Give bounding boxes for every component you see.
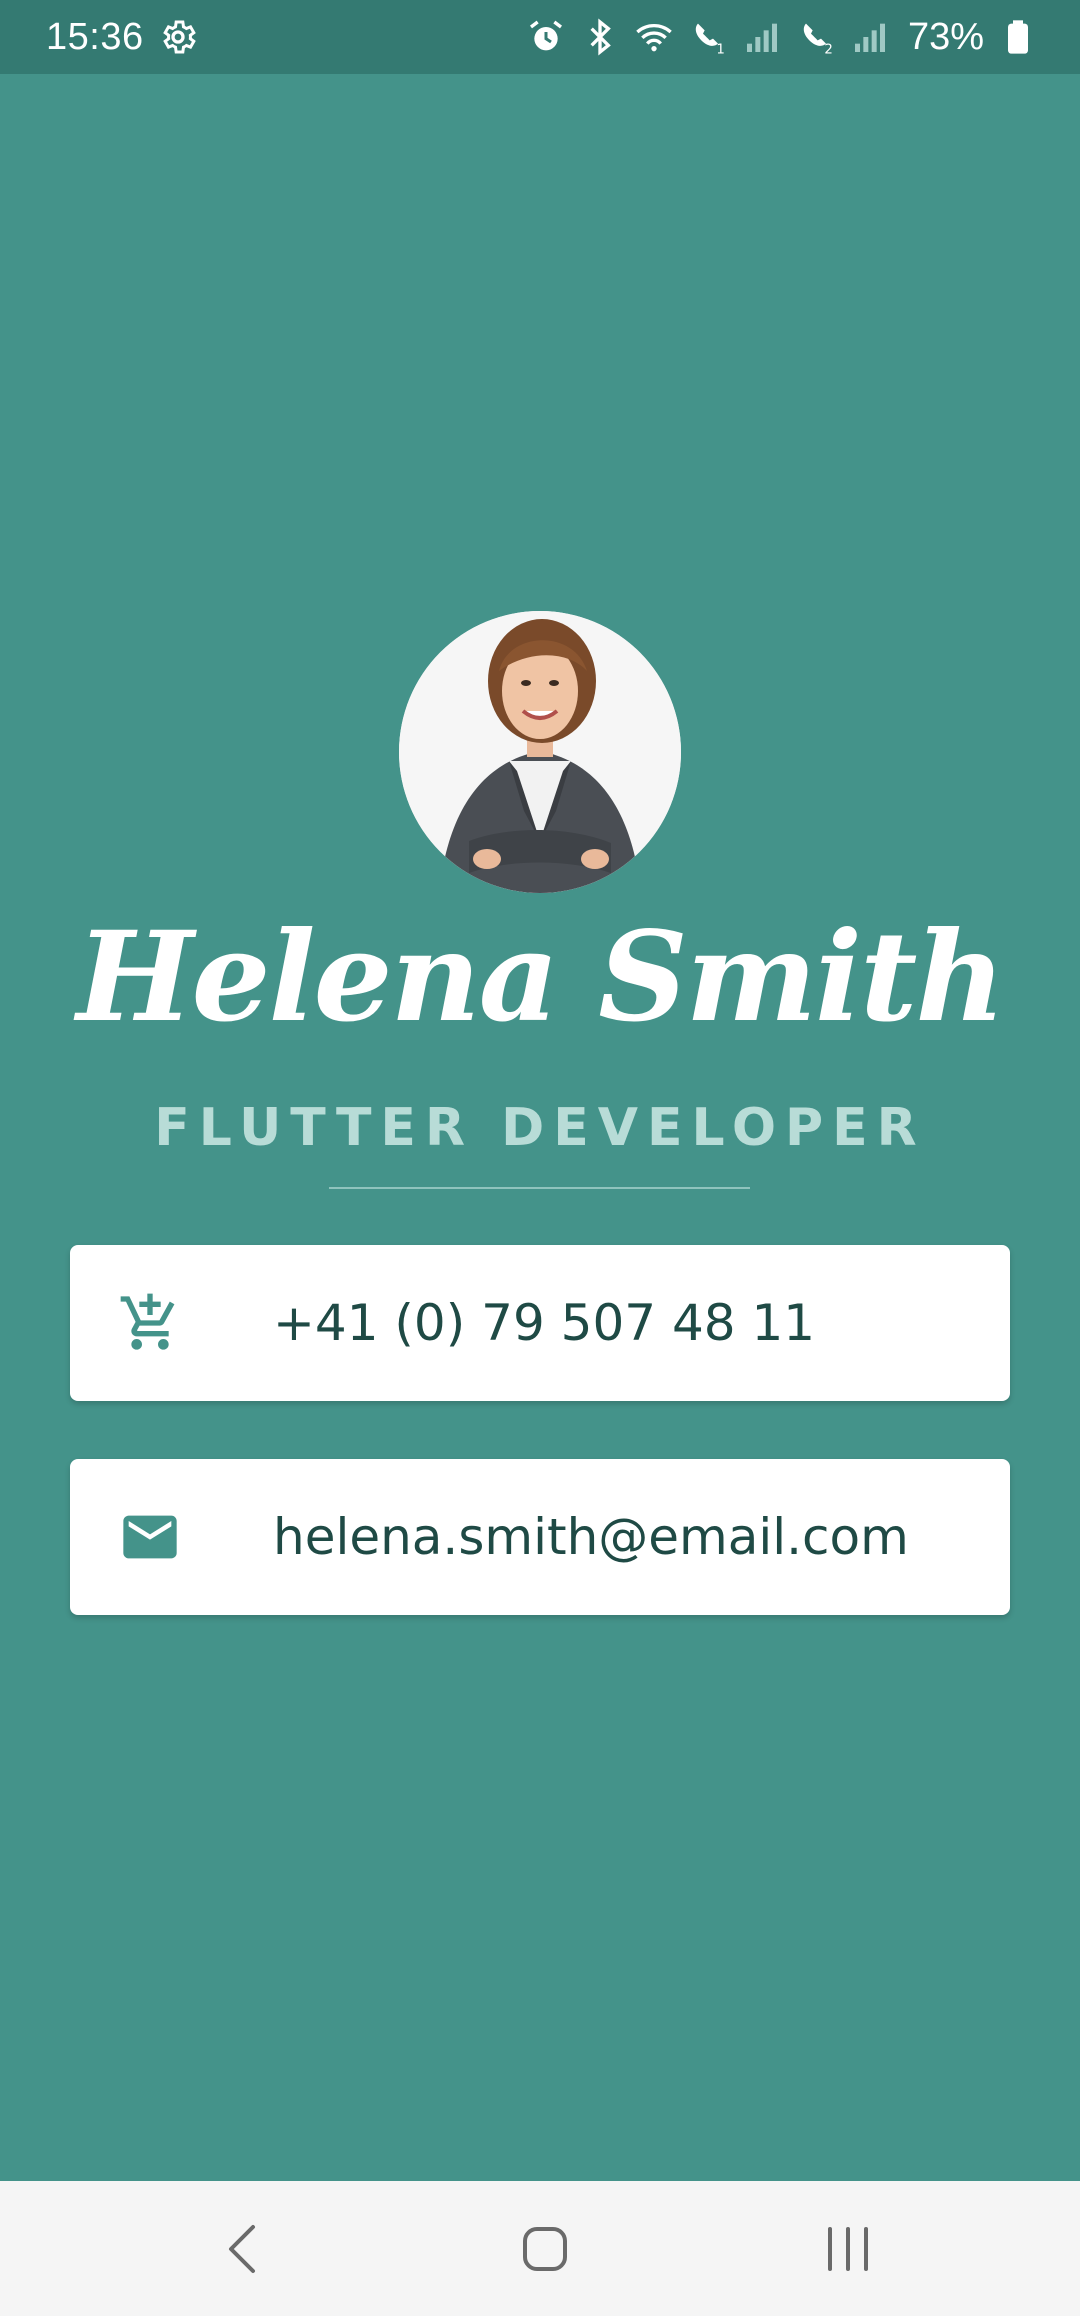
back-icon[interactable]	[205, 2209, 285, 2289]
battery-percent: 73%	[907, 15, 984, 58]
navigation-bar	[0, 2181, 1080, 2316]
profile-name: Helena Smith	[76, 905, 1005, 1050]
profile-avatar	[399, 611, 681, 893]
svg-text:2: 2	[824, 43, 832, 57]
bluetooth-icon	[580, 17, 620, 57]
wifi-call-2-icon: 2	[796, 17, 836, 57]
signal-1-icon	[742, 17, 782, 57]
wifi-icon	[634, 17, 674, 57]
phone-card[interactable]: +41 (0) 79 507 48 11	[70, 1245, 1010, 1401]
battery-icon	[998, 17, 1038, 57]
divider	[329, 1187, 750, 1189]
signal-2-icon	[850, 17, 890, 57]
wifi-call-1-icon: 1	[688, 17, 728, 57]
email-card[interactable]: helena.smith@email.com	[70, 1459, 1010, 1615]
status-bar: 15:36 1 2 73%	[0, 0, 1080, 74]
add-shopping-cart-icon	[118, 1291, 182, 1355]
mail-icon	[118, 1505, 182, 1569]
phone-number: +41 (0) 79 507 48 11	[273, 1294, 816, 1352]
home-icon[interactable]	[505, 2209, 585, 2289]
profile-title: FLUTTER DEVELOPER	[154, 1098, 926, 1158]
alarm-icon	[526, 17, 566, 57]
status-bar-left: 15:36	[46, 16, 198, 59]
recents-icon[interactable]	[808, 2209, 888, 2289]
status-bar-right: 1 2 73%	[526, 16, 1038, 59]
status-time: 15:36	[46, 15, 144, 58]
svg-text:1: 1	[716, 43, 724, 57]
settings-gear-icon	[158, 17, 198, 57]
email-address: helena.smith@email.com	[273, 1508, 909, 1566]
